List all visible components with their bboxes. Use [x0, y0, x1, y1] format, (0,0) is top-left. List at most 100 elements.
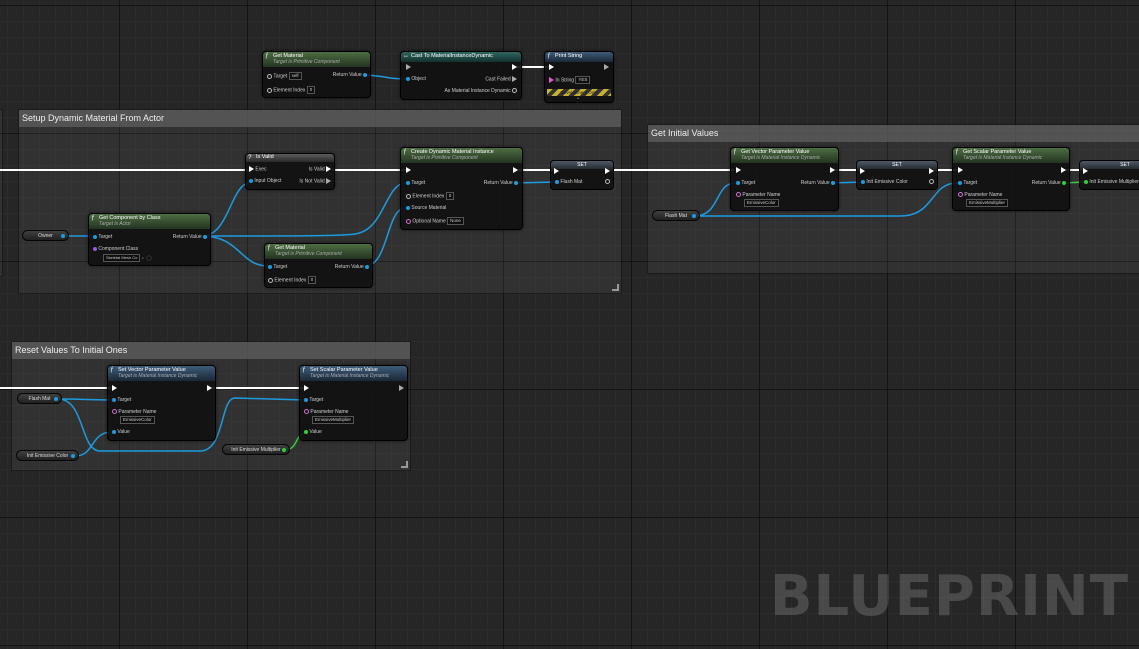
index-field[interactable]: 0 [445, 192, 455, 200]
return-pin[interactable]: Return Value [1032, 180, 1066, 187]
target-pin[interactable]: Target [268, 264, 287, 271]
return-pin[interactable]: Return Value [484, 180, 518, 187]
exec-in-pin[interactable] [554, 168, 559, 175]
node-print-string[interactable]: ƒ Print String In String YES Development… [544, 51, 614, 103]
variable-init-emissive-color[interactable]: Init Emissive Color [16, 450, 79, 461]
node-create-dynamic-material[interactable]: ƒ Create Dynamic Material Instance Targe… [400, 147, 523, 230]
node-header: ↔ Cast To MaterialInstanceDynamic [401, 52, 521, 62]
variable-owner[interactable]: Owner [22, 230, 69, 241]
node-cast[interactable]: ↔ Cast To MaterialInstanceDynamic Object… [400, 51, 522, 100]
return-pin[interactable]: Return Value [801, 180, 835, 187]
index-field[interactable]: 0 [307, 276, 317, 284]
object-pin[interactable]: Object [406, 76, 426, 83]
component-class-dropdown[interactable]: Skeletal Mesh Co ◐ ◯ [103, 254, 152, 262]
parameter-name-field[interactable]: EmissiveColor [120, 416, 155, 424]
node-set-init-multiplier[interactable]: SET Init Emissive Multiplier [1079, 160, 1139, 190]
target-pin[interactable]: Target [958, 180, 977, 187]
variable-init-emissive-multiplier[interactable]: Init Emissive Multiplier [222, 444, 290, 455]
node-set-init-color[interactable]: SET Init Emissive Color [856, 160, 938, 190]
variable-flash-mat-initial[interactable]: Flash Mat [652, 210, 700, 221]
optional-name-pin[interactable]: Optional Name None [406, 217, 464, 225]
class-pin-icon [93, 246, 97, 251]
exec-pin-icon [1061, 167, 1066, 173]
node-get-vector-param[interactable]: ƒ Get Vector Parameter Value Target is M… [730, 147, 839, 211]
init-color-pin[interactable]: Init Emissive Color [861, 179, 908, 186]
target-pin[interactable]: Target self [267, 72, 302, 80]
exec-out-pin[interactable] [513, 167, 518, 174]
return-pin[interactable]: Return Value [173, 234, 207, 241]
exec-in-pin[interactable] [549, 64, 554, 71]
input-object-pin[interactable]: Input Object [249, 178, 281, 185]
exec-in-pin[interactable] [406, 64, 411, 71]
node-set-flash-mat[interactable]: SET Flash Mat [550, 160, 614, 190]
target-pin[interactable]: Target [304, 397, 323, 404]
index-field[interactable]: 0 [306, 86, 316, 94]
node-is-valid[interactable]: ? Is Valid Exec Is Valid Input Object Is… [245, 153, 335, 190]
value-pin[interactable]: Value [112, 429, 130, 436]
parameter-name-pin[interactable]: Parameter Name [304, 409, 348, 416]
is-valid-pin[interactable]: Is Valid [309, 166, 331, 173]
index-pin[interactable]: Element Index 0 [268, 276, 317, 284]
exec-in-pin[interactable] [304, 385, 309, 392]
exec-out-pin[interactable] [604, 64, 609, 71]
exec-pin-icon [249, 166, 254, 172]
function-icon: ƒ [403, 149, 407, 155]
index-pin[interactable]: Element Index 0 [267, 86, 316, 94]
exec-in-pin[interactable] [406, 167, 411, 174]
exec-out-pin[interactable] [605, 168, 610, 175]
output-pin[interactable] [605, 179, 610, 186]
exec-in-pin[interactable] [112, 385, 117, 392]
exec-out-pin[interactable] [512, 64, 517, 71]
node-get-component-by-class[interactable]: ƒ Get Component by Class Target is Actor… [88, 213, 211, 266]
parameter-name-pin[interactable]: Parameter Name [958, 192, 1002, 199]
node-set-vector-param[interactable]: ƒ Set Vector Parameter Value Target is M… [107, 365, 216, 441]
target-pin[interactable]: Target [736, 180, 755, 187]
exec-out-pin[interactable] [207, 385, 212, 392]
flash-mat-pin[interactable]: Flash Mat [555, 179, 582, 186]
component-class-pin[interactable]: Component Class [93, 246, 138, 253]
resize-grip[interactable] [612, 284, 619, 291]
exec-in-pin[interactable] [958, 167, 963, 174]
cast-failed-pin[interactable]: Cast Failed [485, 76, 517, 83]
browse-icon[interactable]: ◐ ◯ [142, 255, 152, 261]
is-not-valid-pin[interactable]: Is Not Valid [299, 178, 331, 185]
target-pin[interactable]: Target [406, 180, 425, 187]
variable-flash-mat-reset[interactable]: Flash Mat [17, 393, 62, 404]
target-pin[interactable]: Target [93, 234, 112, 241]
exec-out-pin[interactable] [830, 167, 835, 174]
parameter-name-pin[interactable]: Parameter Name [736, 192, 780, 199]
parameter-name-field[interactable]: EmissiveColor [744, 199, 779, 207]
node-get-material-mid[interactable]: ƒ Get Material Target is Primitive Compo… [264, 243, 373, 288]
exec-out-pin[interactable] [929, 168, 934, 175]
parameter-name-field[interactable]: EmissiveMultiplier [312, 416, 355, 424]
target-field[interactable]: self [288, 72, 302, 80]
node-get-material-top[interactable]: ƒ Get Material Target is Primitive Compo… [262, 51, 371, 98]
in-string-pin[interactable]: In String YES [549, 76, 591, 84]
init-multiplier-pin[interactable]: Init Emissive Multiplier [1084, 179, 1139, 186]
exec-in-pin[interactable]: Exec [249, 166, 267, 173]
comment-offscreen-left[interactable] [0, 109, 3, 277]
exec-in-pin[interactable] [736, 167, 741, 174]
parameter-name-field[interactable]: EmissiveMultiplier [966, 199, 1009, 207]
exec-out-pin[interactable] [399, 385, 404, 392]
node-set-scalar-param[interactable]: ƒ Set Scalar Parameter Value Target is M… [299, 365, 408, 441]
return-pin[interactable]: Return Value [333, 72, 367, 79]
string-field[interactable]: YES [575, 76, 591, 84]
exec-in-pin[interactable] [860, 168, 865, 175]
index-pin[interactable]: Element Index 0 [406, 192, 455, 200]
value-pin[interactable]: Value [304, 429, 322, 436]
macro-icon: ? [248, 155, 252, 161]
target-pin[interactable]: Target [112, 397, 131, 404]
return-pin[interactable]: Return Value [335, 264, 369, 271]
node-get-scalar-param[interactable]: ƒ Get Scalar Parameter Value Target is M… [952, 147, 1070, 211]
name-field[interactable]: None [447, 217, 464, 225]
resize-grip[interactable] [401, 461, 408, 468]
exec-out-pin[interactable] [1061, 167, 1066, 174]
as-mid-pin[interactable]: As Material Instance Dynamic [444, 88, 517, 95]
class-select[interactable]: Skeletal Mesh Co [103, 254, 141, 262]
output-pin[interactable] [929, 179, 934, 186]
expand-chevron-icon[interactable]: ⌄ [576, 95, 580, 102]
exec-in-pin[interactable] [1083, 168, 1088, 175]
source-material-pin[interactable]: Source Material [406, 205, 446, 212]
parameter-name-pin[interactable]: Parameter Name [112, 409, 156, 416]
